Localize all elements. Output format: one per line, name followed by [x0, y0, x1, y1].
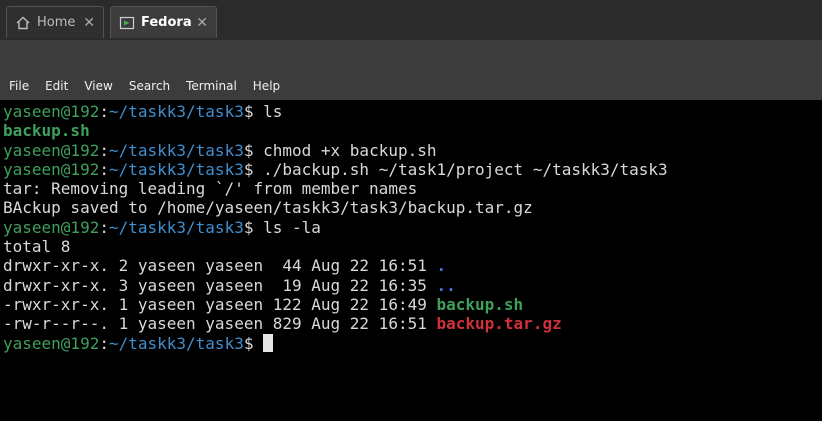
text-cursor — [263, 333, 274, 352]
terminal-line: yaseen@192:~/taskk3/task3$ ls — [3, 102, 822, 121]
prompt-separator: : — [99, 159, 109, 179]
prompt-user: yaseen@192 — [3, 159, 100, 179]
menu-edit[interactable]: Edit — [37, 72, 76, 100]
terminal-line: -rw-r--r--. 1 yaseen yaseen 829 Aug 22 1… — [3, 314, 822, 333]
prompt-user: yaseen@192 — [3, 102, 100, 121]
prompt-path: ~/taskk3/task3 — [108, 159, 244, 179]
tab-fedora-label: Fedora — [141, 15, 192, 30]
tab-home-label: Home — [37, 15, 76, 30]
prompt-path: ~/taskk3/task3 — [108, 140, 244, 160]
terminal-line: yaseen@192:~/taskk3/task3$ ./backup.sh ~… — [3, 160, 822, 179]
command-text — [253, 334, 263, 353]
terminal-line: backup.sh — [3, 121, 822, 140]
prompt-separator: : — [99, 102, 109, 121]
ls-entry-details: -rwxr-xr-x. 1 yaseen yaseen 122 Aug 22 1… — [3, 294, 437, 314]
terminal-output[interactable]: yaseen@192:~/taskk3/task3$ ls backup.sh ya… — [0, 100, 822, 421]
prompt-path: ~/taskk3/task3 — [108, 102, 244, 121]
tab-home[interactable]: Home ✕ — [6, 6, 104, 38]
prompt-path: ~/taskk3/task3 — [108, 217, 244, 237]
close-icon[interactable]: ✕ — [83, 16, 95, 30]
prompt-separator: : — [99, 217, 109, 237]
tab-fedora[interactable]: Fedora ✕ — [110, 6, 217, 38]
ls-entry-name: backup.sh — [436, 294, 524, 314]
prompt-separator: : — [99, 333, 109, 353]
output-text: BAckup saved to /home/yaseen/taskk3/task… — [3, 198, 533, 218]
prompt-user: yaseen@192 — [3, 140, 100, 160]
home-icon — [15, 15, 31, 31]
terminal-line: total 8 — [3, 237, 822, 256]
prompt-separator: : — [99, 140, 109, 160]
output-text: tar: Removing leading `/' from member na… — [3, 179, 418, 199]
ls-entry-name: . — [436, 256, 447, 276]
ls-entry-details: -rw-r--r--. 1 yaseen yaseen 829 Aug 22 1… — [3, 314, 437, 334]
terminal-line: yaseen@192:~/taskk3/task3$ chmod +x back… — [3, 141, 822, 160]
ls-entry-details: drwxr-xr-x. 3 yaseen yaseen 19 Aug 22 16… — [3, 275, 437, 295]
close-icon[interactable]: ✕ — [196, 16, 208, 30]
command-text: ./backup.sh ~/task1/project ~/taskk3/tas… — [253, 159, 668, 179]
terminal-line: yaseen@192:~/taskk3/task3$ — [3, 333, 822, 353]
toolbar-area — [0, 40, 822, 72]
terminal-line: -rwxr-xr-x. 1 yaseen yaseen 122 Aug 22 1… — [3, 295, 822, 314]
ls-entry-details: drwxr-xr-x. 2 yaseen yaseen 44 Aug 22 16… — [3, 256, 437, 276]
prompt-user: yaseen@192 — [3, 333, 100, 353]
terminal-line: drwxr-xr-x. 2 yaseen yaseen 44 Aug 22 16… — [3, 256, 822, 275]
menu-help[interactable]: Help — [245, 72, 288, 100]
ls-entry-name: .. — [436, 275, 456, 295]
menu-search[interactable]: Search — [121, 72, 178, 100]
command-text: ls — [253, 102, 283, 121]
command-text: chmod +x backup.sh — [253, 140, 437, 160]
menu-terminal[interactable]: Terminal — [178, 72, 245, 100]
terminal-line: yaseen@192:~/taskk3/task3$ ls -la — [3, 218, 822, 237]
output-text: total 8 — [3, 237, 71, 257]
ls-entry-name: backup.tar.gz — [436, 314, 562, 334]
tab-bar: Home ✕ Fedora ✕ — [0, 0, 822, 40]
terminal-line: drwxr-xr-x. 3 yaseen yaseen 19 Aug 22 16… — [3, 276, 822, 295]
menu-bar: File Edit View Search Terminal Help — [0, 72, 822, 100]
menu-file[interactable]: File — [1, 72, 37, 100]
prompt-user: yaseen@192 — [3, 217, 100, 237]
terminal-line: BAckup saved to /home/yaseen/taskk3/task… — [3, 198, 822, 217]
file-executable: backup.sh — [3, 121, 90, 141]
terminal-app-icon — [119, 15, 135, 31]
prompt-path: ~/taskk3/task3 — [108, 333, 244, 353]
menu-view[interactable]: View — [76, 72, 120, 100]
terminal-line: tar: Removing leading `/' from member na… — [3, 179, 822, 198]
command-text: ls -la — [253, 217, 321, 237]
